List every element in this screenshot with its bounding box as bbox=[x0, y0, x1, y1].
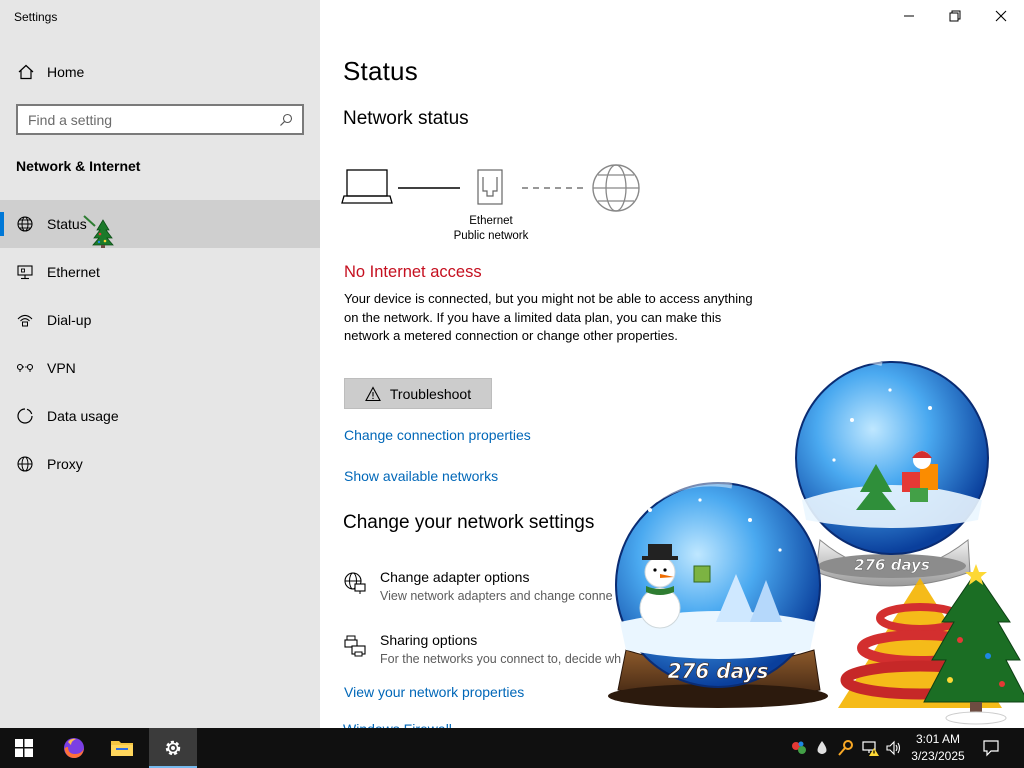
view-network-properties-link[interactable]: View your network properties bbox=[344, 684, 524, 700]
option-subtitle: View network adapters and change conne bbox=[380, 589, 613, 603]
settings-gear-icon bbox=[165, 740, 181, 756]
home-icon bbox=[18, 64, 34, 80]
file-explorer-icon bbox=[111, 741, 133, 756]
tray-key-icon[interactable] bbox=[837, 739, 855, 757]
status-description: Your device is connected, but you might … bbox=[344, 291, 753, 343]
show-available-networks-link[interactable]: Show available networks bbox=[344, 468, 498, 484]
sidebar-item-proxy[interactable]: Proxy bbox=[0, 440, 320, 488]
windows-firewall-link[interactable]: Windows Firewall bbox=[343, 720, 452, 728]
home-nav-item[interactable]: Home bbox=[0, 50, 320, 94]
sidebar-item-dial-up[interactable]: Dial-up bbox=[0, 296, 320, 344]
warning-icon bbox=[364, 385, 381, 401]
volume-icon bbox=[886, 740, 901, 756]
windows-firewall-label: Windows Firewall bbox=[343, 720, 452, 728]
taskbar-file-explorer[interactable] bbox=[98, 728, 146, 768]
sidebar-item-label: Data usage bbox=[47, 408, 119, 424]
adapter-name: Ethernet bbox=[469, 215, 513, 227]
page-title: Status bbox=[343, 56, 418, 86]
taskbar-settings[interactable] bbox=[149, 728, 197, 768]
sidebar-item-label: Proxy bbox=[47, 456, 83, 472]
sidebar-item-label: Status bbox=[47, 216, 87, 232]
network-type: Public network bbox=[453, 230, 529, 242]
sidebar-item-ethernet[interactable]: Ethernet bbox=[0, 248, 320, 296]
app-tray-icon bbox=[792, 741, 806, 754]
globe-status-icon bbox=[17, 216, 33, 232]
home-label: Home bbox=[47, 64, 85, 80]
adapter-globe-icon bbox=[344, 572, 366, 594]
tray-drop-icon[interactable] bbox=[813, 739, 831, 757]
change-network-settings-heading: Change your network settings bbox=[343, 512, 595, 533]
sidebar-item-label: Ethernet bbox=[47, 264, 100, 280]
change-connection-properties-link[interactable]: Change connection properties bbox=[344, 427, 531, 443]
search-input[interactable] bbox=[28, 111, 278, 128]
internet-globe-icon bbox=[592, 164, 640, 212]
christmas-tree-cursor-icon bbox=[83, 215, 114, 248]
ethernet-port-icon bbox=[477, 169, 503, 205]
clock-date: 3/23/2025 bbox=[911, 749, 965, 763]
network-warning-icon bbox=[862, 741, 879, 756]
snow-globe-left: 276 days bbox=[608, 481, 828, 708]
option-title: Change adapter options bbox=[380, 569, 530, 585]
sharing-printer-icon bbox=[344, 635, 366, 657]
globe-icon bbox=[17, 456, 33, 472]
sidebar-item-label: Dial-up bbox=[47, 312, 92, 328]
app-title: Settings bbox=[14, 10, 58, 24]
action-center-button[interactable] bbox=[982, 739, 1000, 757]
connection-state: No Internet access bbox=[344, 263, 482, 281]
tray-volume-icon[interactable] bbox=[885, 739, 903, 757]
minimize-button[interactable] bbox=[886, 0, 932, 32]
sidebar-item-vpn[interactable]: VPN bbox=[0, 344, 320, 392]
close-icon bbox=[995, 10, 1007, 22]
sidebar-item-label: VPN bbox=[47, 360, 76, 376]
option-title: Sharing options bbox=[380, 632, 478, 648]
laptop-icon bbox=[341, 169, 393, 204]
taskbar-firefox[interactable] bbox=[50, 728, 98, 768]
clock[interactable]: 3:01 AM 3/23/2025 bbox=[904, 731, 972, 765]
days-counter-right: 276 days bbox=[854, 556, 930, 574]
firefox-icon bbox=[64, 738, 84, 758]
key-icon bbox=[838, 740, 853, 756]
days-counter-left: 276 days bbox=[668, 659, 769, 683]
dialup-icon bbox=[17, 314, 33, 327]
tray-decoration-icon[interactable] bbox=[790, 739, 808, 757]
water-drop-icon bbox=[817, 741, 827, 754]
troubleshoot-label: Troubleshoot bbox=[389, 385, 472, 402]
option-subtitle: For the networks you connect to, decide … bbox=[380, 652, 622, 666]
section-title: Network & Internet bbox=[16, 158, 141, 174]
close-button[interactable] bbox=[978, 0, 1024, 32]
network-status-heading: Network status bbox=[343, 108, 469, 129]
taskbar: 3:01 AM 3/23/2025 bbox=[0, 728, 1024, 768]
start-button[interactable] bbox=[0, 728, 48, 768]
restore-button[interactable] bbox=[932, 0, 978, 32]
tray-network-icon[interactable] bbox=[861, 739, 879, 757]
search-icon[interactable] bbox=[278, 112, 294, 128]
vpn-icon bbox=[16, 363, 34, 372]
search-box[interactable] bbox=[16, 104, 304, 135]
snow-globe-decoration: 276 days 276 days bbox=[608, 360, 1024, 725]
settings-sidebar: Settings Home Network & Internet Status … bbox=[0, 0, 320, 728]
minimize-icon bbox=[904, 15, 914, 17]
snow-globe-right: 276 days bbox=[795, 360, 989, 587]
sidebar-item-data-usage[interactable]: Data usage bbox=[0, 392, 320, 440]
start-icon bbox=[15, 739, 33, 757]
notification-icon bbox=[983, 740, 999, 757]
data-usage-icon bbox=[17, 408, 33, 424]
clock-time: 3:01 AM bbox=[915, 732, 961, 746]
sidebar-item-status[interactable]: Status bbox=[0, 200, 320, 248]
adapter-label-group: Ethernet Public network bbox=[440, 214, 542, 244]
troubleshoot-button[interactable]: Troubleshoot bbox=[344, 378, 492, 409]
ethernet-icon bbox=[17, 265, 33, 280]
restore-icon bbox=[949, 10, 961, 22]
